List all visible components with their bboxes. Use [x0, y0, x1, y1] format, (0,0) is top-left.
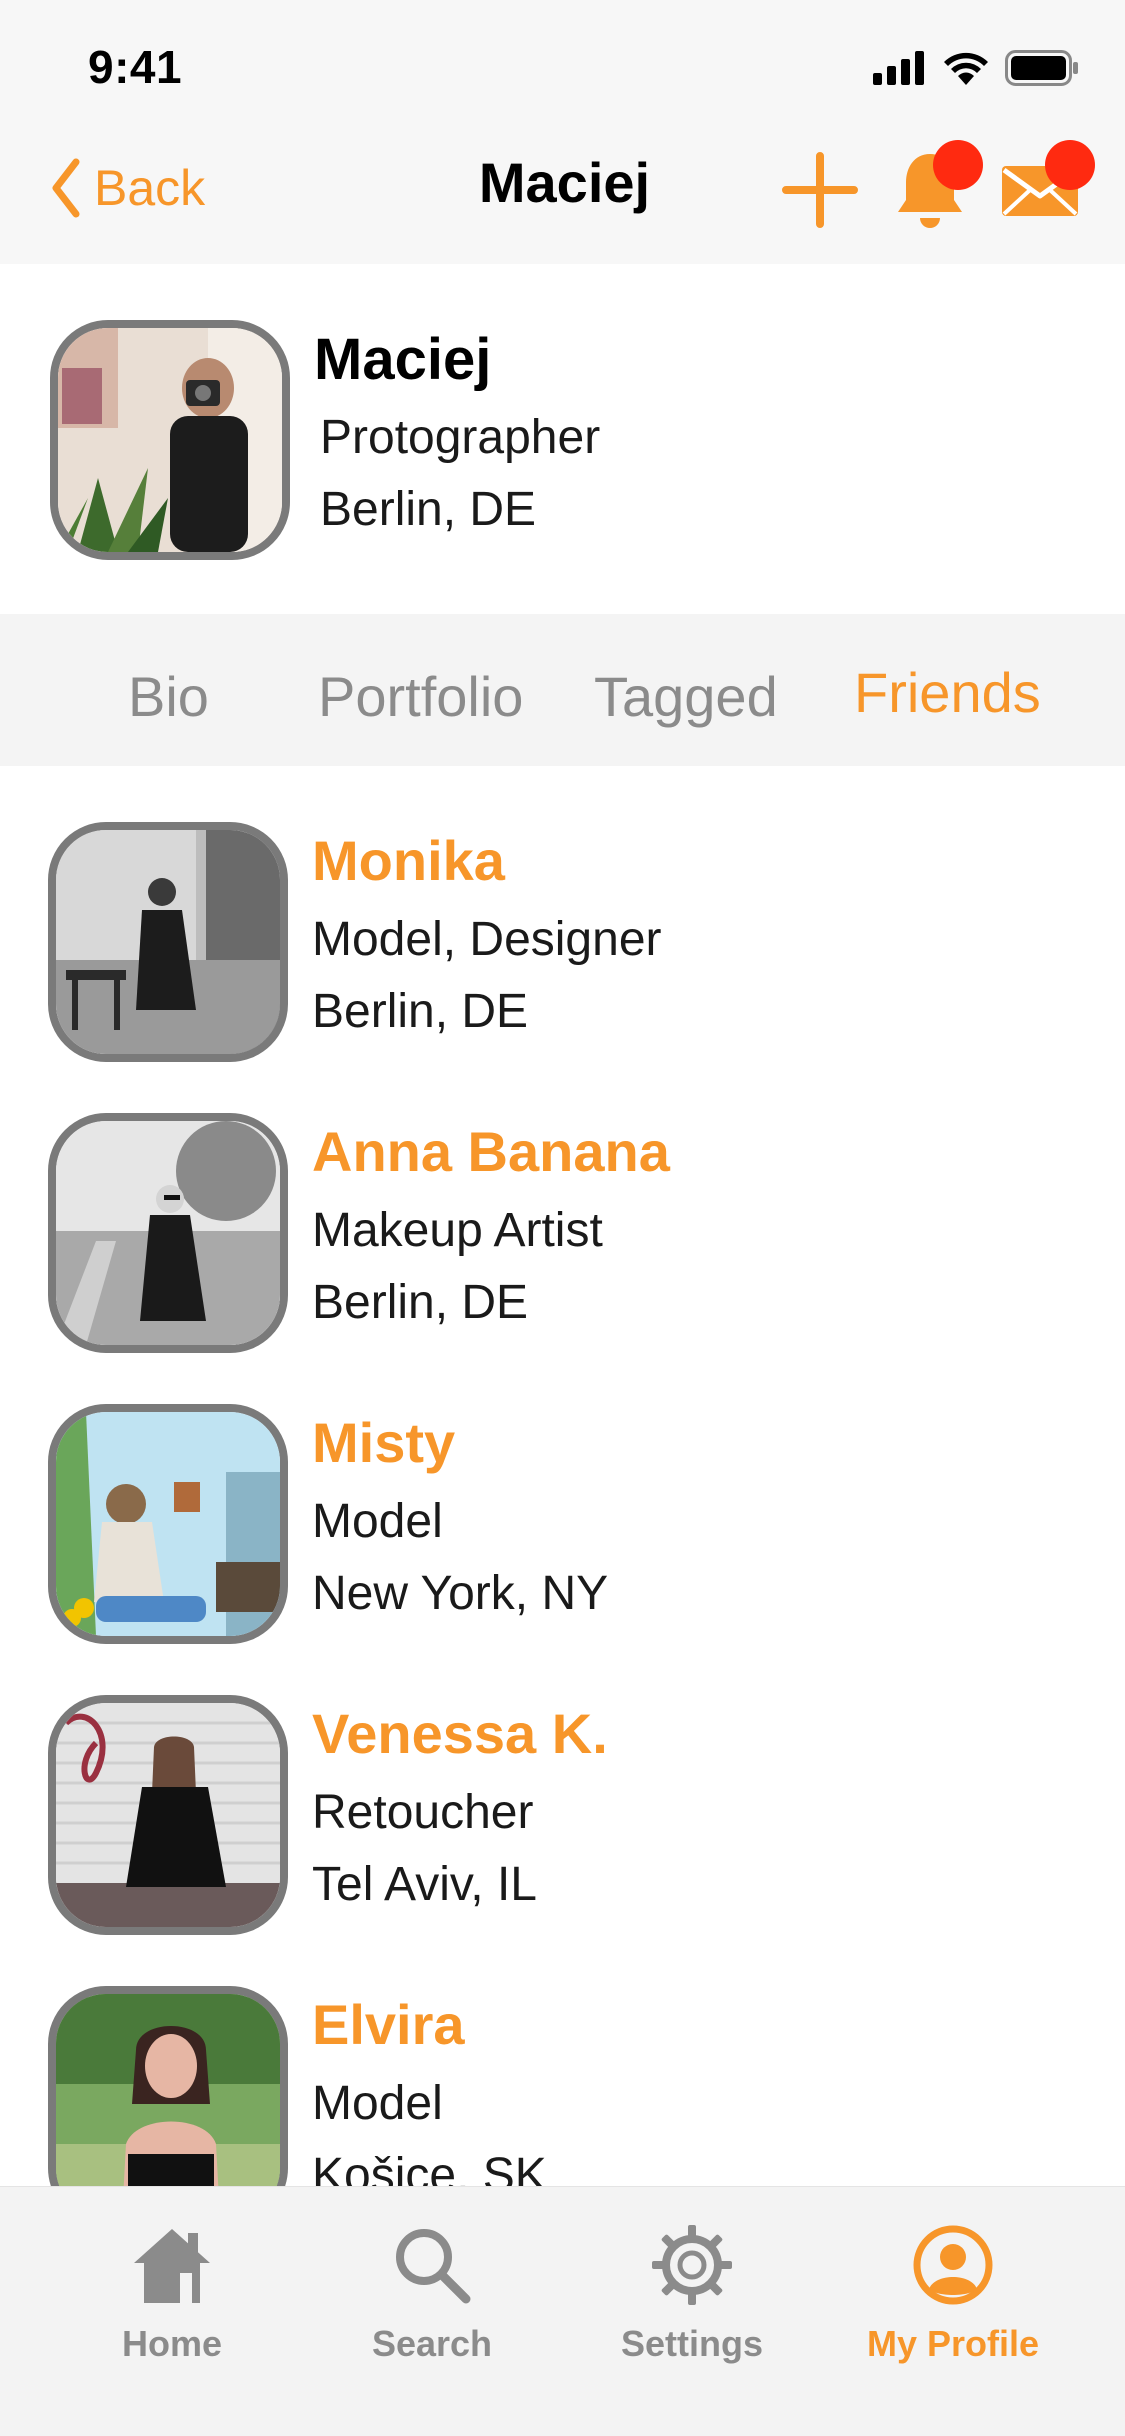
profile-header: Maciej Protographer Berlin, DE: [0, 264, 1125, 614]
tab-portfolio[interactable]: Portfolio: [318, 664, 523, 729]
battery-icon: [1005, 50, 1078, 86]
notifications-button[interactable]: [875, 140, 985, 240]
friend-name: Monika: [312, 829, 505, 892]
profile-icon: [911, 2217, 995, 2313]
profile-photo: [58, 328, 282, 552]
friend-item[interactable]: Monika Model, Designer Berlin, DE: [0, 766, 1125, 1062]
profile-profession: Protographer: [320, 411, 601, 464]
friends-list: Monika Model, Designer Berlin, DE Anna B…: [0, 766, 1125, 2186]
friend-avatar: [48, 1404, 288, 1644]
friend-name: Elvira: [312, 1993, 465, 2056]
notifications-badge: [933, 140, 983, 190]
friend-item[interactable]: Elvira Model Košice, SK: [0, 1930, 1125, 2186]
friend-location: Berlin, DE: [312, 985, 529, 1038]
tabbar-search[interactable]: Search: [322, 2217, 542, 2387]
tabbar-home[interactable]: Home: [62, 2217, 282, 2387]
friend-photo: [56, 830, 280, 1054]
friend-role: Model: [312, 1495, 443, 1548]
friend-role: Model, Designer: [312, 913, 662, 966]
friend-location: Berlin, DE: [312, 1276, 529, 1329]
wifi-icon: [944, 52, 988, 85]
tabbar-settings[interactable]: Settings: [582, 2217, 802, 2387]
friend-name: Misty: [312, 1411, 456, 1474]
status-icons: [873, 48, 1079, 88]
profile-location: Berlin, DE: [320, 483, 537, 536]
friend-photo: [56, 1412, 280, 1636]
friend-photo: [56, 1994, 280, 2186]
friend-role: Model: [312, 2077, 443, 2130]
friend-location: Košice, SK: [312, 2149, 547, 2186]
friend-item[interactable]: Misty Model New York, NY: [0, 1348, 1125, 1644]
friend-avatar: [48, 822, 288, 1062]
friend-role: Retoucher: [312, 1786, 534, 1839]
cellular-signal-icon: [873, 51, 924, 85]
tab-bar: Home Search Settings My Profile: [0, 2186, 1125, 2436]
tab-bio[interactable]: Bio: [128, 664, 209, 729]
page-title-text: Maciej: [478, 151, 651, 214]
friend-item[interactable]: Venessa K. Retoucher Tel Aviv, IL: [0, 1639, 1125, 1935]
friend-name: Venessa K.: [312, 1702, 608, 1765]
tabbar-my-profile-label: My Profile: [866, 2323, 1040, 2364]
friend-avatar: [48, 1986, 288, 2186]
tabbar-home-label: Home: [121, 2323, 223, 2364]
tab-friends[interactable]: Friends: [854, 660, 1041, 725]
friend-photo: [56, 1703, 280, 1927]
friend-location: Tel Aviv, IL: [312, 1858, 537, 1911]
friend-role: Makeup Artist: [312, 1204, 603, 1257]
profile-name: Maciej: [314, 327, 492, 392]
tabbar-settings-label: Settings: [620, 2323, 763, 2364]
add-button[interactable]: [765, 140, 875, 240]
tabbar-search-label: Search: [371, 2323, 493, 2364]
friend-avatar: [48, 1113, 288, 1353]
home-icon: [130, 2217, 214, 2313]
status-time: 9:41: [88, 41, 183, 93]
messages-badge: [1045, 140, 1095, 190]
profile-avatar[interactable]: [50, 320, 290, 560]
top-bar: 9:41 Back Maciej: [0, 0, 1125, 264]
nav-actions: [765, 140, 1095, 240]
friend-item[interactable]: Anna Banana Makeup Artist Berlin, DE: [0, 1057, 1125, 1353]
friend-location: New York, NY: [312, 1567, 609, 1620]
tabbar-my-profile[interactable]: My Profile: [843, 2217, 1063, 2387]
tab-tagged[interactable]: Tagged: [594, 664, 778, 729]
friend-avatar: [48, 1695, 288, 1935]
friend-name: Anna Banana: [312, 1120, 670, 1183]
plus-icon: [782, 152, 858, 228]
messages-button[interactable]: [985, 140, 1095, 240]
search-icon: [390, 2217, 474, 2313]
profile-tabs: Bio Portfolio Tagged Friends: [0, 614, 1125, 766]
friend-photo: [56, 1121, 280, 1345]
gear-icon: [650, 2217, 734, 2313]
